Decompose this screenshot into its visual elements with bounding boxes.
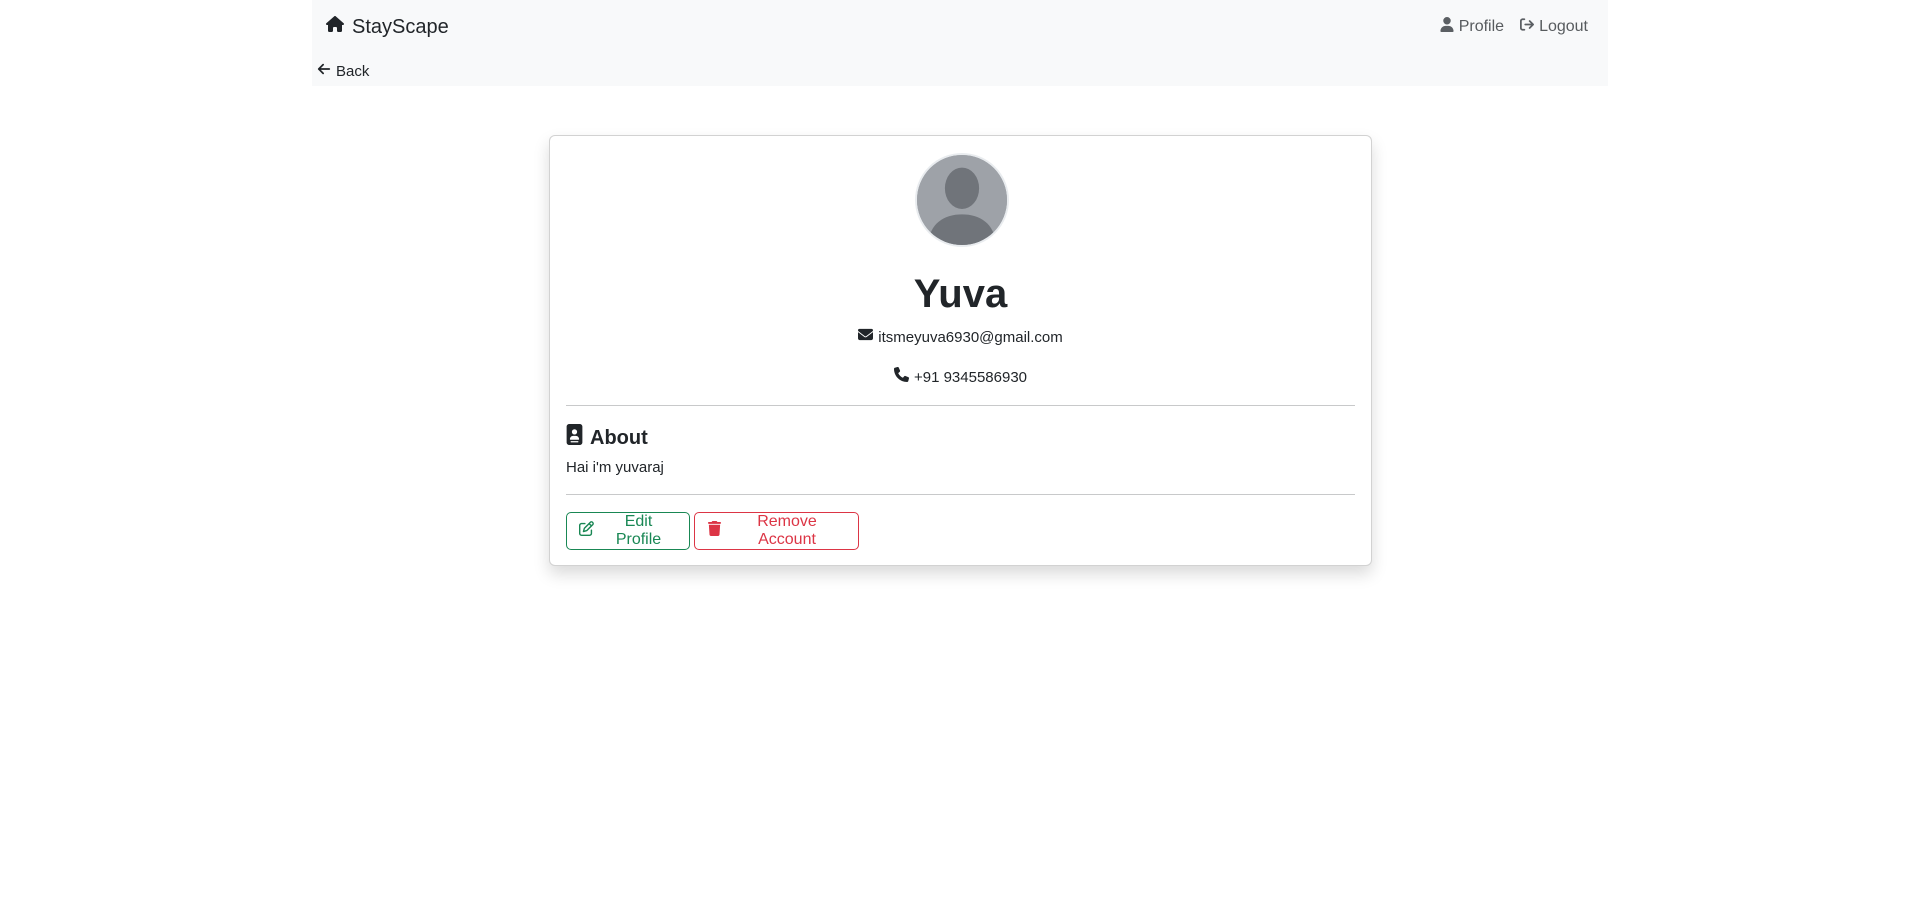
contact-card-icon [566, 424, 583, 452]
phone-icon [893, 366, 909, 388]
home-icon [326, 15, 344, 39]
edit-profile-button[interactable]: Edit Profile [566, 512, 690, 550]
remove-account-label: Remove Account [757, 513, 817, 548]
brand-name: StayScape [352, 15, 449, 38]
about-heading: About [566, 424, 648, 452]
trash-icon [707, 521, 722, 541]
phone-row: +91 9345586930 [550, 366, 1371, 388]
edit-icon [579, 521, 594, 541]
about-text: Hai i'm yuvaraj [566, 459, 664, 476]
nav-right: Profile Logout [1440, 14, 1588, 40]
divider-bottom [566, 494, 1355, 495]
user-icon [1440, 17, 1454, 37]
profile-card: Yuva itsmeyuva6930@gmail.com +91 9345586… [549, 135, 1372, 566]
edit-profile-label: Edit Profile [615, 513, 662, 548]
arrow-left-icon [316, 62, 332, 80]
nav-profile-link[interactable]: Profile [1440, 17, 1504, 37]
back-label: Back [336, 62, 370, 80]
nav-logout-label: Logout [1539, 18, 1588, 35]
about-heading-label: About [590, 427, 648, 449]
profile-name: Yuva [913, 272, 1008, 316]
nav-profile-label: Profile [1458, 18, 1505, 35]
back-link[interactable]: Back [316, 60, 369, 82]
logout-icon [1520, 17, 1535, 37]
top-navbar: StayScape Profile Logout Back [312, 0, 1608, 86]
remove-account-button[interactable]: Remove Account [694, 512, 859, 550]
nav-logout-link[interactable]: Logout [1520, 17, 1588, 37]
phone-text: +91 9345586930 [913, 368, 1028, 386]
email-row: itsmeyuva6930@gmail.com [550, 327, 1371, 348]
envelope-icon [858, 327, 874, 348]
divider-top [566, 405, 1355, 406]
email-text: itsmeyuva6930@gmail.com [878, 328, 1063, 346]
avatar [915, 153, 1009, 247]
brand-link[interactable]: StayScape [326, 14, 449, 40]
